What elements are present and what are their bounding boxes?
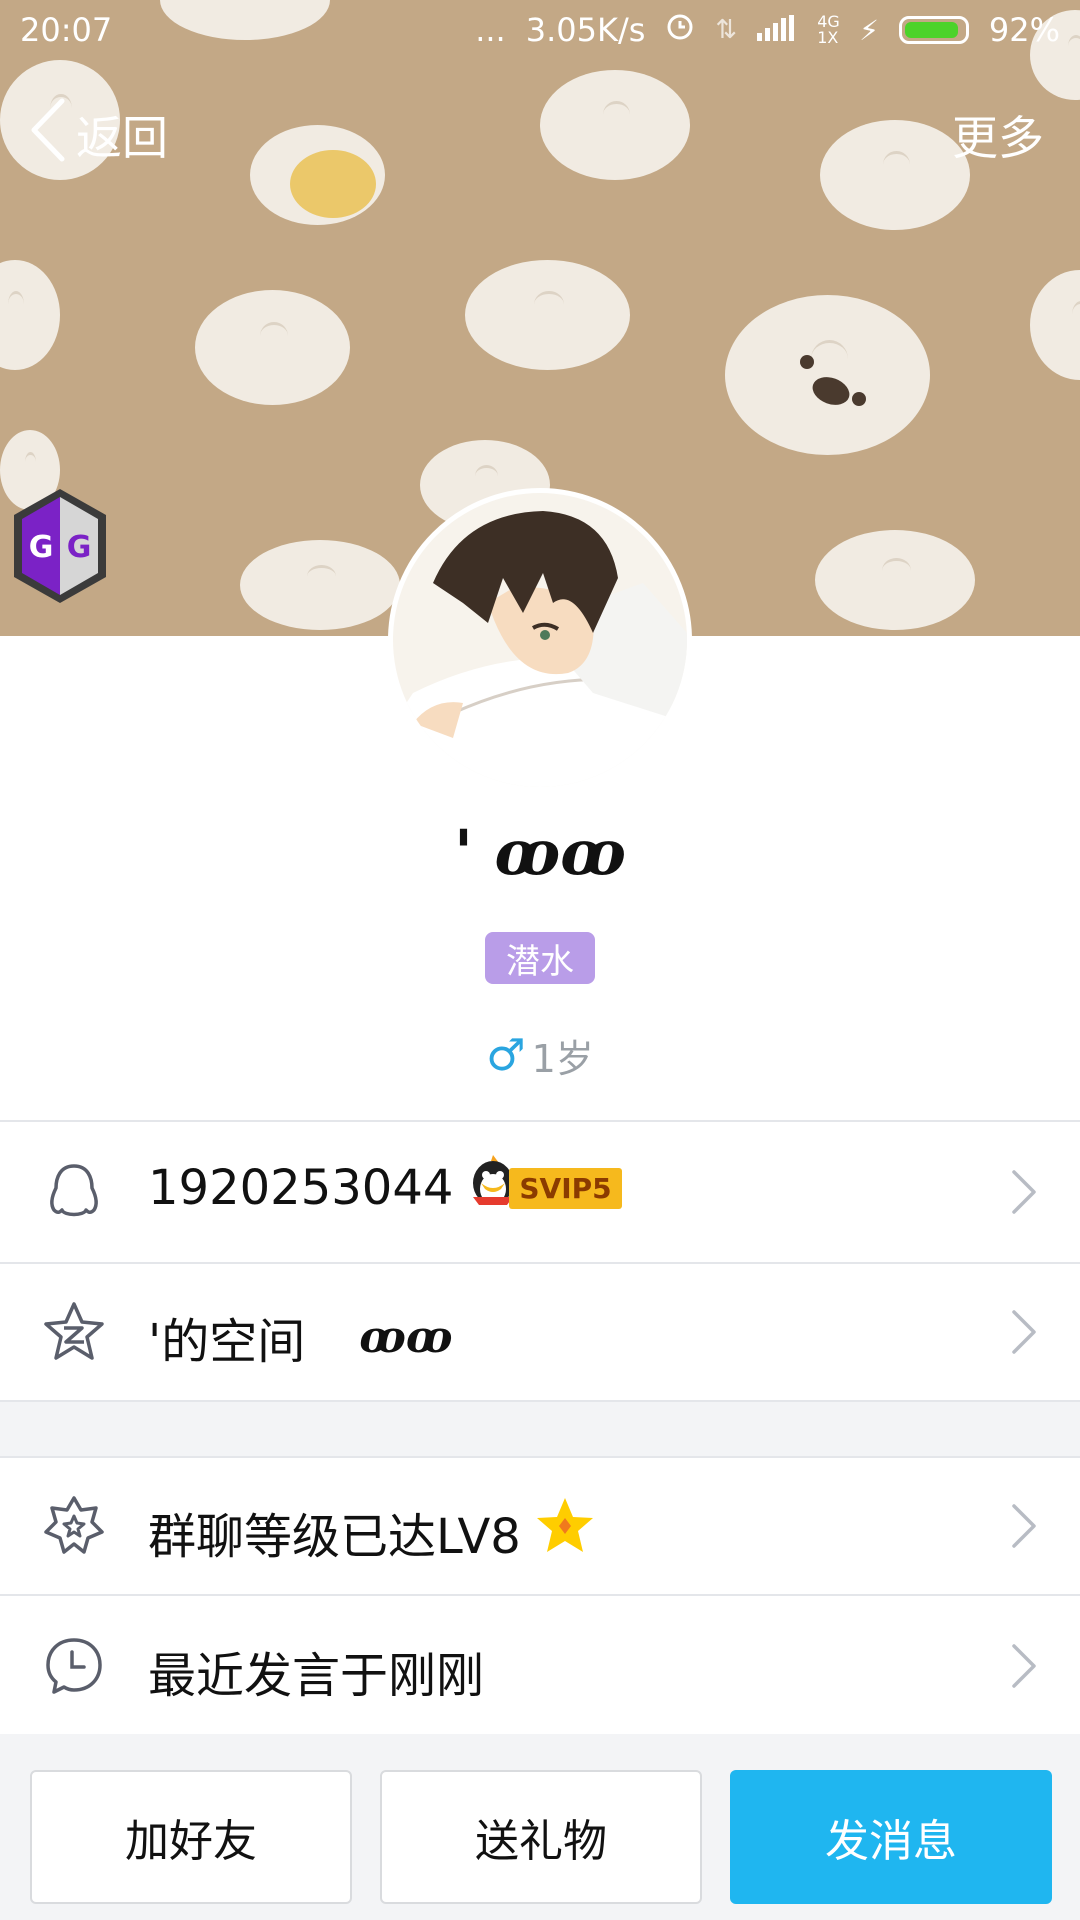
nickname: ' ꝏꝏ <box>453 816 626 889</box>
avatar[interactable] <box>388 488 692 792</box>
gender-age: ♂ 1岁 <box>0 1028 1080 1083</box>
battery-icon <box>898 16 969 44</box>
age-text: 1岁 <box>531 1037 594 1081</box>
back-label: 返回 <box>76 111 168 165</box>
network-type: 4G 1X <box>817 12 840 47</box>
more-button[interactable]: 更多 <box>952 102 1044 168</box>
chevron-left-icon <box>28 97 68 174</box>
battery-percent: 92% <box>988 11 1060 49</box>
charging-icon: ⚡ <box>859 13 879 47</box>
qzone-label: '的空间 <box>148 1314 306 1370</box>
qq-number-row[interactable]: 1920253044 SVIP5 <box>0 1122 1080 1262</box>
male-icon: ♂ <box>486 1030 526 1081</box>
add-friend-button[interactable]: 加好友 <box>30 1770 352 1904</box>
gg-letter-right: G <box>67 530 92 565</box>
qzone-row[interactable]: '的空间 ꝏꝏ <box>0 1264 1080 1400</box>
send-message-button[interactable]: 发消息 <box>730 1770 1052 1904</box>
send-gift-button[interactable]: 送礼物 <box>380 1770 702 1904</box>
group-level-row[interactable]: 群聊等级已达LV8 <box>0 1458 1080 1594</box>
qq-number: 1920253044 <box>148 1160 454 1216</box>
star-badge-icon <box>42 1494 106 1558</box>
qzone-content: '的空间 ꝏꝏ <box>148 1302 453 1372</box>
bottom-action-bar: 加好友 送礼物 发消息 <box>0 1736 1080 1920</box>
clock-bubble-icon <box>42 1634 106 1698</box>
group-level-content: 群聊等级已达LV8 <box>148 1496 595 1568</box>
nav-bar: 返回 更多 <box>0 95 1080 175</box>
qq-number-content: 1920253044 SVIP5 <box>148 1155 622 1216</box>
signal-icon <box>757 11 797 49</box>
gold-star-icon <box>535 1496 595 1568</box>
divider <box>0 1400 1080 1402</box>
qzone-nickname: ꝏꝏ <box>359 1311 453 1363</box>
back-button[interactable]: 返回 <box>28 97 168 174</box>
status-time: 20:07 <box>20 11 113 49</box>
svip-level: SVIP5 <box>509 1167 622 1209</box>
gg-app-badge[interactable]: G G <box>8 485 112 607</box>
status-dots: ... <box>475 11 506 49</box>
chevron-right-icon <box>1006 1168 1042 1216</box>
data-transfer-icon: ⇅ <box>715 15 738 45</box>
chevron-right-icon <box>1006 1642 1042 1690</box>
net-speed: 3.05K/s <box>525 11 646 49</box>
chevron-right-icon <box>1006 1308 1042 1356</box>
last-speak-content: 最近发言于刚刚 <box>148 1636 484 1706</box>
last-speak-row[interactable]: 最近发言于刚刚 <box>0 1596 1080 1734</box>
role-badge: 潜水 <box>485 932 595 984</box>
chevron-right-icon <box>1006 1502 1042 1550</box>
group-level-label: 群聊等级已达LV8 <box>148 1509 521 1565</box>
qzone-star-icon <box>42 1300 106 1364</box>
alarm-icon <box>665 11 695 49</box>
last-speak-label: 最近发言于刚刚 <box>148 1648 485 1704</box>
battery-fill <box>904 22 958 38</box>
penguin-icon <box>42 1160 106 1224</box>
gg-letter-left: G <box>29 530 54 565</box>
status-bar: 20:07 ... 3.05K/s ⇅ 4G 1X ⚡ 92% <box>0 0 1080 60</box>
status-indicators: ... 3.05K/s ⇅ 4G 1X ⚡ 92% <box>475 11 1060 49</box>
svip-badge: SVIP5 <box>467 1155 622 1213</box>
